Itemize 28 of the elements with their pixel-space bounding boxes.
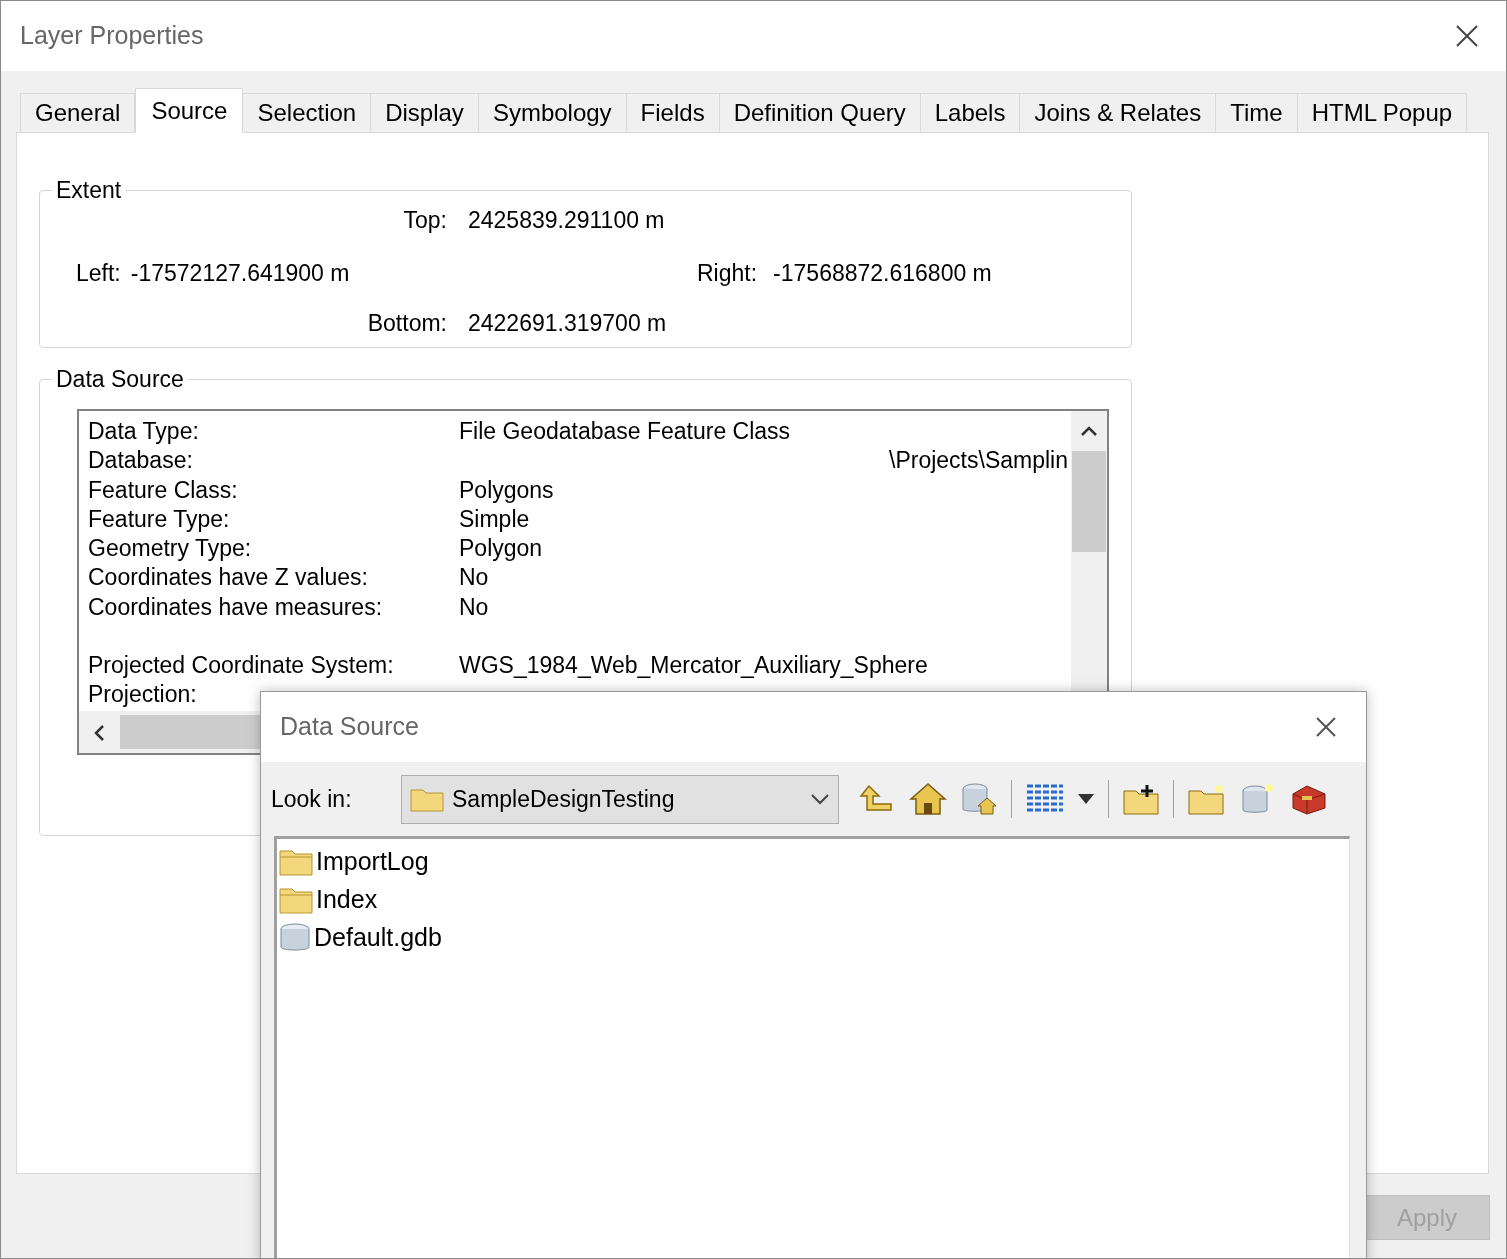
extent-value: -17572127.641900 m	[130, 258, 350, 288]
property-value: Polygon	[459, 534, 543, 564]
dialog-title: Data Source	[280, 711, 419, 743]
property-value: No	[459, 592, 489, 622]
property-label: Feature Class:	[88, 475, 239, 505]
extent-label: Left:	[76, 258, 121, 288]
property-label: Coordinates have measures:	[88, 592, 384, 622]
property-label: Projected Coordinate System:	[88, 651, 395, 681]
extent-label: Right:	[697, 258, 758, 288]
property-value: \Projects\Samplin	[889, 446, 1068, 476]
extent-value: 2422691.319700 m	[468, 309, 667, 338]
extent-value: 2425839.291100 m	[468, 206, 665, 235]
window-title: Layer Properties	[20, 20, 204, 52]
property-value: File Geodatabase Feature Class	[459, 417, 791, 446]
property-value: No	[459, 563, 489, 593]
extent-label: Top:	[402, 206, 447, 235]
property-label: Coordinates have Z values:	[88, 563, 369, 593]
property-label: Projection:	[88, 680, 198, 710]
property-value: WGS_1984_Web_Mercator_Auxiliary_Sphere	[459, 651, 928, 681]
look-in-label: Look in:	[271, 784, 353, 814]
extent-value: -17568872.616800 m	[773, 258, 992, 288]
extent-label: Bottom:	[366, 309, 447, 338]
property-value: Polygons	[459, 475, 554, 505]
property-label: Geometry Type:	[88, 534, 253, 564]
property-label: Data Type:	[88, 417, 200, 446]
property-label: Feature Type:	[88, 504, 231, 534]
property-label: Database:	[88, 446, 194, 476]
property-value: Simple	[459, 504, 530, 534]
